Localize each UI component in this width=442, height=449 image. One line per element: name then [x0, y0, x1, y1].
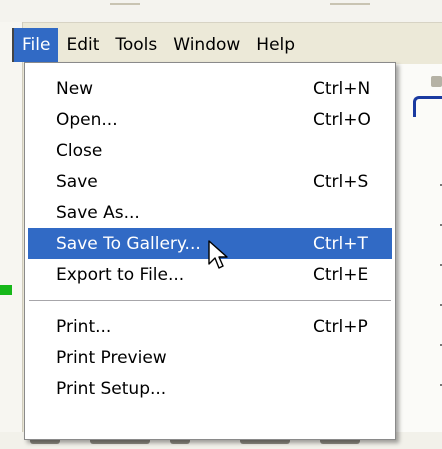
menu-separator — [29, 300, 391, 301]
menu-item-shortcut: Ctrl+E — [313, 264, 369, 285]
menu-item-label: Print Setup... — [56, 378, 167, 399]
menu-item-label: Open... — [56, 109, 118, 130]
background-toolbar-strip — [0, 0, 442, 23]
menu-item-label: New — [56, 78, 94, 99]
menu-item-print-setup[interactable]: Print Setup... — [28, 373, 392, 404]
menu-item-close[interactable]: Close — [28, 135, 392, 166]
menu-edit[interactable]: Edit — [58, 28, 107, 62]
menu-item-label: Save — [56, 171, 98, 192]
background-green-marker — [0, 285, 12, 295]
menu-item-label: Save To Gallery... — [56, 233, 201, 254]
background-right-panel — [395, 64, 442, 434]
background-left-panel — [0, 22, 23, 449]
menu-tools[interactable]: Tools — [107, 28, 165, 62]
menu-item-label: Save As... — [56, 202, 140, 223]
menu-item-label: Export to File... — [56, 264, 185, 285]
menu-item-new[interactable]: New Ctrl+N — [28, 73, 392, 104]
menu-item-open[interactable]: Open... Ctrl+O — [28, 104, 392, 135]
background-fragment — [330, 3, 370, 5]
menu-window[interactable]: Window — [165, 28, 248, 62]
menu-item-print-preview[interactable]: Print Preview — [28, 342, 392, 373]
menu-item-label: Close — [56, 140, 103, 161]
menu-item-shortcut: Ctrl+O — [313, 109, 371, 130]
arrow-cursor-icon — [208, 240, 228, 269]
menu-file[interactable]: File — [14, 28, 59, 62]
app-window: File Edit Tools Window Help New Ctrl+N O… — [0, 0, 442, 449]
menu-item-save[interactable]: Save Ctrl+S — [28, 166, 392, 197]
background-toolbar-icon — [431, 76, 442, 87]
menu-item-print[interactable]: Print... Ctrl+P — [28, 311, 392, 342]
menu-item-shortcut: Ctrl+P — [313, 316, 368, 337]
menu-item-shortcut: Ctrl+N — [313, 78, 371, 99]
menu-item-label: Print Preview — [56, 347, 167, 368]
menu-item-label: Print... — [56, 316, 112, 337]
menu-bar: File Edit Tools Window Help — [12, 28, 442, 62]
background-fragment — [110, 3, 140, 5]
background-undo-icon — [413, 96, 442, 117]
menu-item-save-as[interactable]: Save As... — [28, 197, 392, 228]
menu-item-shortcut: Ctrl+T — [313, 233, 368, 254]
menu-item-shortcut: Ctrl+S — [313, 171, 369, 192]
menu-help[interactable]: Help — [248, 28, 303, 62]
